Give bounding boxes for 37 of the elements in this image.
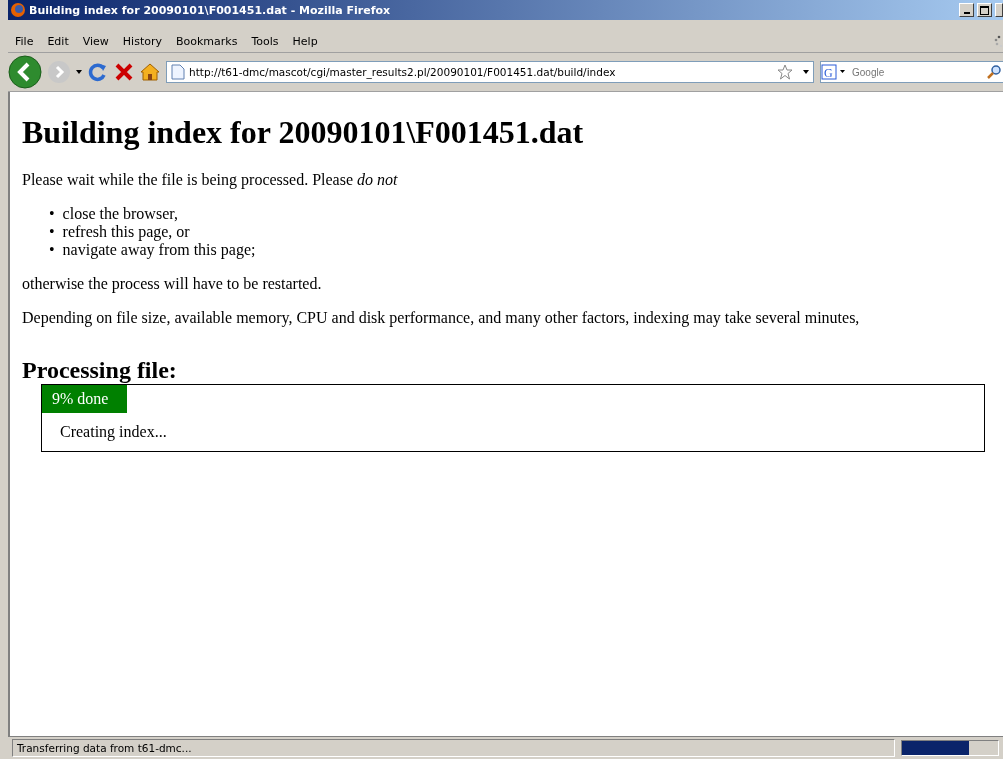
intro-paragraph: Please wait while the file is being processed. Please do not xyxy=(22,171,399,189)
page-heading: Building index for 20090101\F001451.dat xyxy=(22,114,585,151)
menu-item[interactable]: View xyxy=(75,34,116,48)
section-heading: Processing file: xyxy=(22,357,178,384)
menu-item[interactable]: Help xyxy=(285,34,325,48)
search-field[interactable]: G Google xyxy=(820,61,1003,83)
bullet-marker: • xyxy=(49,205,55,223)
menu-item[interactable]: File xyxy=(8,34,41,48)
progress-message: Creating index... xyxy=(60,423,168,441)
status-text: Transferring data from t61-dmc... xyxy=(12,739,895,757)
maximize-button[interactable] xyxy=(977,3,992,17)
bullet-marker: • xyxy=(49,223,55,241)
address-field[interactable]: http://t61-dmc/mascot/cgi/master_results2.pl/20090101/F001451.dat/build/index xyxy=(166,61,814,83)
close-button[interactable] xyxy=(995,3,1003,17)
stop-icon[interactable] xyxy=(114,62,134,82)
menu-item[interactable]: Bookmarks xyxy=(169,34,245,48)
bullet-item: refresh this page, or xyxy=(62,223,190,241)
minimize-button[interactable] xyxy=(959,3,974,17)
star-icon[interactable] xyxy=(777,64,793,80)
search-icon[interactable] xyxy=(987,65,1001,79)
back-button[interactable] xyxy=(8,55,42,89)
warning-paragraph: otherwise the process will have to be restarted. xyxy=(22,275,323,293)
window-title: Building index for 20090101\F001451.dat - Mozilla Firefox xyxy=(29,3,392,17)
page-icon xyxy=(171,64,185,80)
maximize-icon xyxy=(980,5,989,15)
bullet-item: close the browser, xyxy=(62,205,178,223)
home-icon[interactable] xyxy=(140,63,160,81)
history-dropdown-icon[interactable] xyxy=(76,70,82,74)
note-paragraph: Depending on file size, available memory, CPU and disk performance, and many other factors, indexing may take several minutes, xyxy=(22,309,861,327)
bullet-marker: • xyxy=(49,241,55,259)
dropdown-icon[interactable] xyxy=(803,70,809,74)
menu-item[interactable]: Edit xyxy=(40,34,76,48)
reload-icon[interactable] xyxy=(88,62,108,82)
menu-item[interactable]: Tools xyxy=(244,34,286,48)
menu-item[interactable]: History xyxy=(115,34,169,48)
progress-bar: 9% done xyxy=(42,385,127,413)
bullet-item: navigate away from this page; xyxy=(62,241,256,259)
